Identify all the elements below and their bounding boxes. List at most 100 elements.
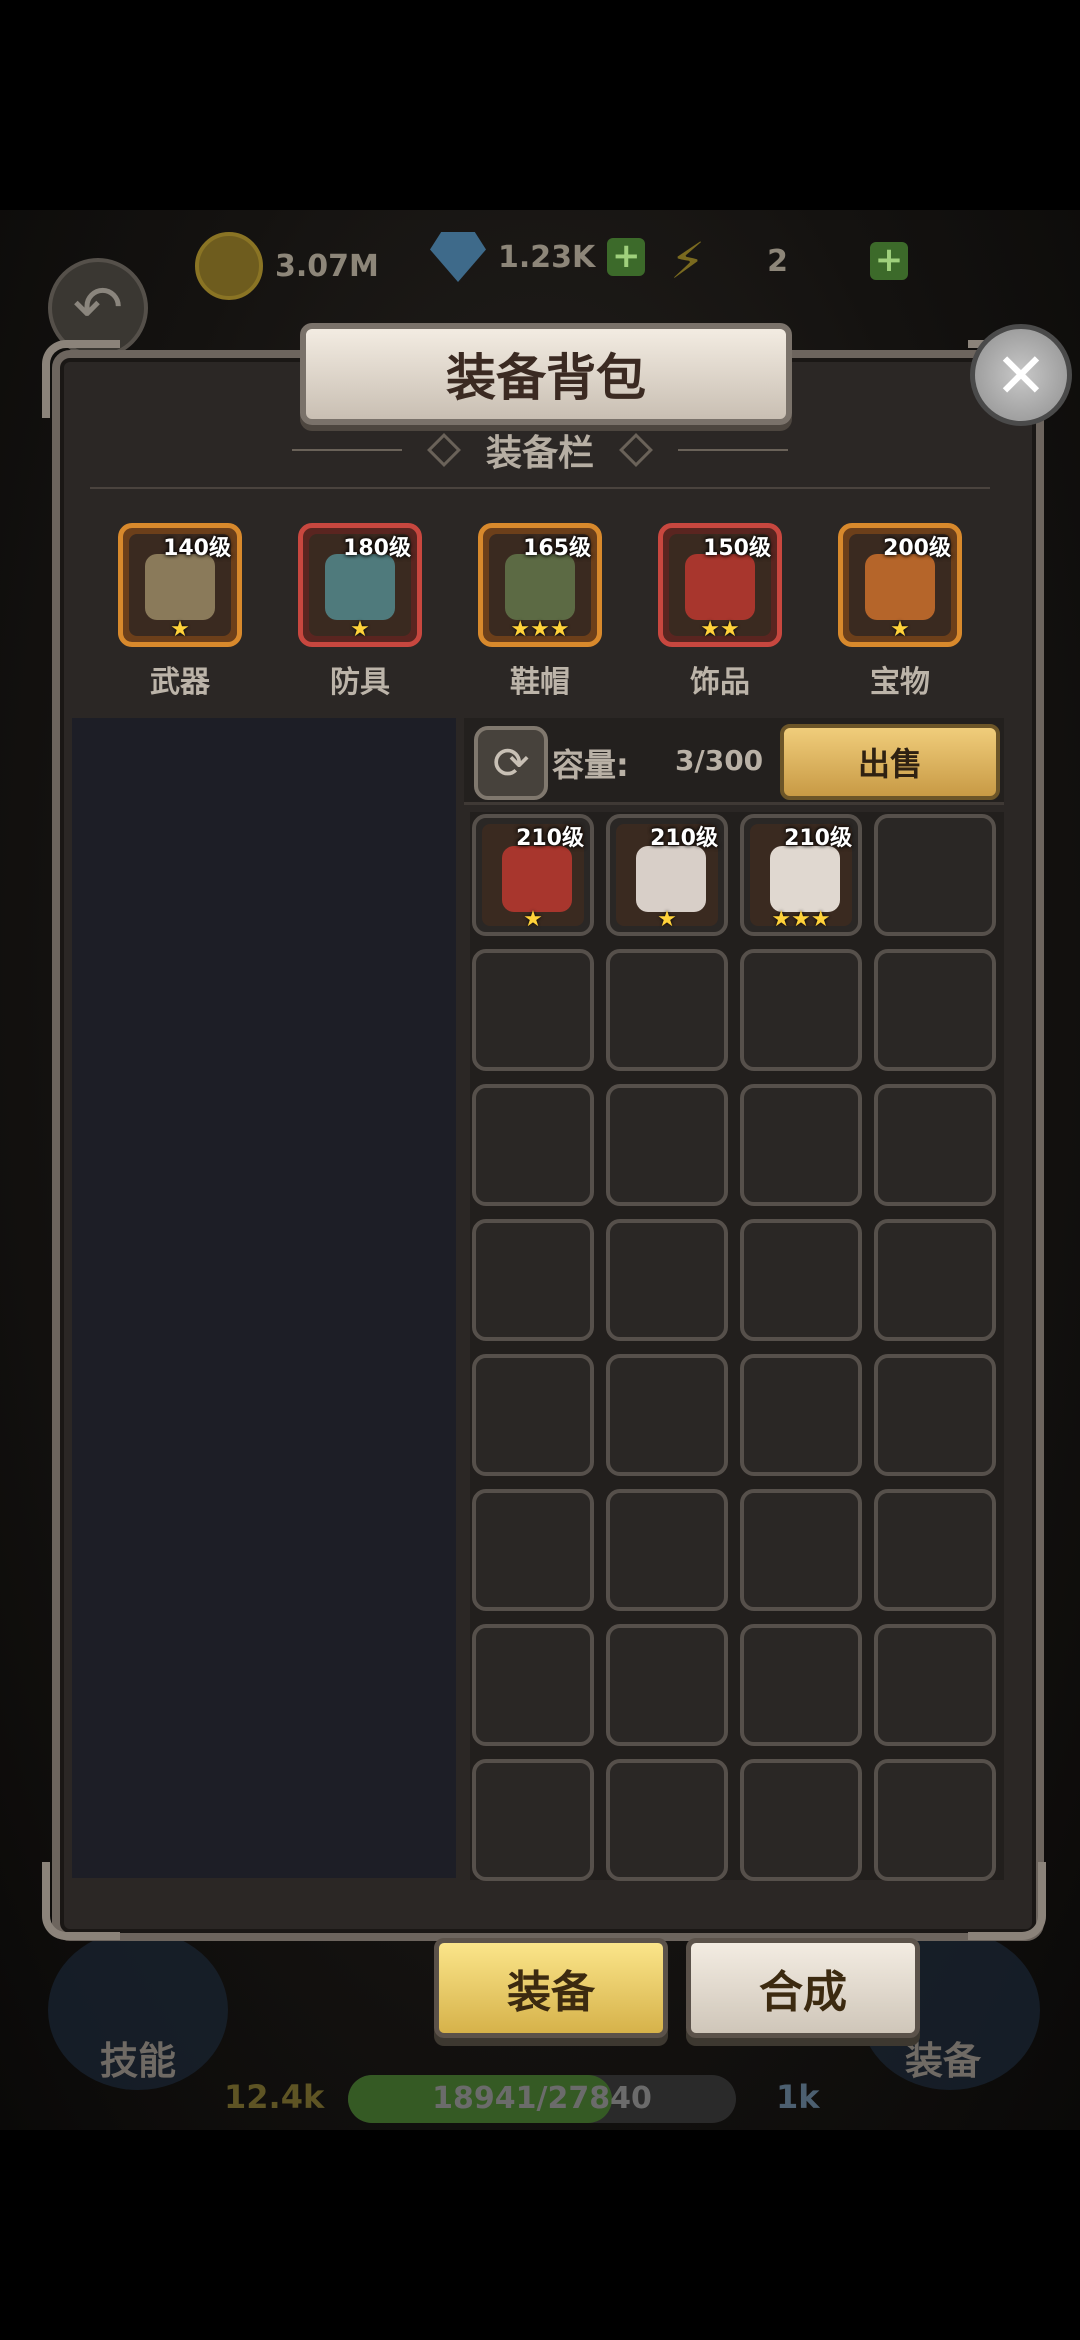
item-level: 165级 <box>523 536 591 561</box>
capacity-value: 3/300 <box>675 744 764 777</box>
empty-inventory-slot[interactable] <box>874 1354 996 1476</box>
item-level: 200级 <box>883 536 951 561</box>
star-rating: ★★★ <box>510 617 570 642</box>
empty-inventory-slot[interactable] <box>606 1759 728 1881</box>
gold-amount: 3.07M <box>275 248 379 284</box>
energy-counter: ⚡ 2 + <box>670 232 908 290</box>
equip-slot-label: 鞋帽 <box>510 665 570 700</box>
item-icon <box>502 846 572 912</box>
gem-counter: 1.23K + <box>430 232 646 282</box>
item-icon <box>865 554 935 620</box>
right-stat: 1k <box>776 2078 820 2116</box>
item-level: 140级 <box>163 536 231 561</box>
gem-icon <box>430 232 486 282</box>
diamond-ornament <box>427 433 461 467</box>
empty-inventory-slot[interactable] <box>740 1084 862 1206</box>
capacity-label: 容量: <box>552 746 629 784</box>
empty-inventory-slot[interactable] <box>472 1759 594 1881</box>
skill-label: 技能 <box>100 2039 177 2083</box>
equip-slot-label: 饰品 <box>690 665 750 700</box>
item-level: 150级 <box>703 536 771 561</box>
inventory-item[interactable]: 210级 ★★★ <box>740 814 862 936</box>
corner-ornament <box>42 340 120 418</box>
empty-inventory-slot[interactable] <box>874 1084 996 1206</box>
empty-inventory-slot[interactable] <box>874 1759 996 1881</box>
item-icon <box>505 554 575 620</box>
tab-craft[interactable]: 合成 <box>686 1938 920 2038</box>
equip-label: 装备 <box>905 2039 982 2083</box>
star-rating: ★ <box>890 617 910 642</box>
equip-slot[interactable]: 180级 ★ <box>298 523 422 647</box>
divider <box>90 487 990 489</box>
empty-inventory-slot[interactable] <box>740 1354 862 1476</box>
empty-inventory-slot[interactable] <box>740 949 862 1071</box>
item-detail-pane <box>72 718 456 1878</box>
item-level: 210级 <box>650 826 718 851</box>
empty-inventory-slot[interactable] <box>874 814 996 936</box>
exp-text: 18941/27840 <box>432 2081 652 2116</box>
item-icon <box>145 554 215 620</box>
star-rating: ★ <box>170 617 190 642</box>
empty-inventory-slot[interactable] <box>606 949 728 1071</box>
inventory-item[interactable]: 210级 ★ <box>606 814 728 936</box>
empty-inventory-slot[interactable] <box>740 1759 862 1881</box>
close-button[interactable]: ✕ <box>970 324 1072 426</box>
equipment-section-header: 装备栏 <box>70 420 1010 480</box>
item-icon <box>770 846 840 912</box>
dialog-title: 装备背包 <box>300 323 792 425</box>
empty-inventory-slot[interactable] <box>606 1624 728 1746</box>
star-rating: ★★★ <box>771 907 831 932</box>
inventory-item[interactable]: 210级 ★ <box>472 814 594 936</box>
empty-inventory-slot[interactable] <box>606 1219 728 1341</box>
equip-slot[interactable]: 165级 ★★★ <box>478 523 602 647</box>
add-energy-button[interactable]: + <box>869 242 908 280</box>
item-level: 210级 <box>516 826 584 851</box>
item-icon <box>636 846 706 912</box>
star-rating: ★ <box>523 907 543 932</box>
empty-inventory-slot[interactable] <box>472 1624 594 1746</box>
divider <box>291 449 402 451</box>
equip-slot[interactable]: 200级 ★ <box>838 523 962 647</box>
empty-inventory-slot[interactable] <box>874 1219 996 1341</box>
empty-inventory-slot[interactable] <box>472 1219 594 1341</box>
equip-slot-label: 防具 <box>330 665 390 700</box>
item-level: 180级 <box>343 536 411 561</box>
sell-button[interactable]: 出售 <box>780 724 1000 800</box>
equip-slot-label: 武器 <box>150 665 210 700</box>
diamond-ornament <box>619 433 653 467</box>
close-icon: ✕ <box>995 338 1047 412</box>
power-value: 12.4k <box>224 2078 325 2116</box>
refresh-icon: ⟳ <box>492 737 530 789</box>
empty-inventory-slot[interactable] <box>740 1624 862 1746</box>
equip-slot[interactable]: 140级 ★ <box>118 523 242 647</box>
star-rating: ★ <box>350 617 370 642</box>
empty-inventory-slot[interactable] <box>472 1354 594 1476</box>
empty-inventory-slot[interactable] <box>740 1489 862 1611</box>
empty-inventory-slot[interactable] <box>874 949 996 1071</box>
sort-button[interactable]: ⟳ <box>474 726 548 800</box>
inventory-grid: 210级 ★ 210级 ★ 210级 ★★★ <box>470 812 1004 1881</box>
empty-inventory-slot[interactable] <box>874 1489 996 1611</box>
empty-inventory-slot[interactable] <box>606 1354 728 1476</box>
empty-inventory-slot[interactable] <box>740 1219 862 1341</box>
empty-inventory-slot[interactable] <box>606 1084 728 1206</box>
exp-bar: 18941/27840 <box>348 2075 736 2123</box>
divider <box>678 449 788 451</box>
star-rating: ★★ <box>700 617 740 642</box>
gold-counter: 3.07M <box>195 232 379 300</box>
equip-slot[interactable]: 150级 ★★ <box>658 523 782 647</box>
tab-equipment[interactable]: 装备 <box>434 1938 668 2038</box>
empty-inventory-slot[interactable] <box>472 949 594 1071</box>
empty-inventory-slot[interactable] <box>472 1489 594 1611</box>
add-gems-button[interactable]: + <box>607 238 646 276</box>
equip-slot-label: 宝物 <box>870 665 930 700</box>
item-icon <box>325 554 395 620</box>
empty-inventory-slot[interactable] <box>472 1084 594 1206</box>
section-title: 装备栏 <box>485 433 594 474</box>
lightning-icon: ⚡ <box>670 232 706 290</box>
empty-inventory-slot[interactable] <box>874 1624 996 1746</box>
energy-amount: 2 <box>767 243 788 279</box>
star-rating: ★ <box>657 907 677 932</box>
empty-inventory-slot[interactable] <box>606 1489 728 1611</box>
gem-amount: 1.23K <box>498 239 596 275</box>
